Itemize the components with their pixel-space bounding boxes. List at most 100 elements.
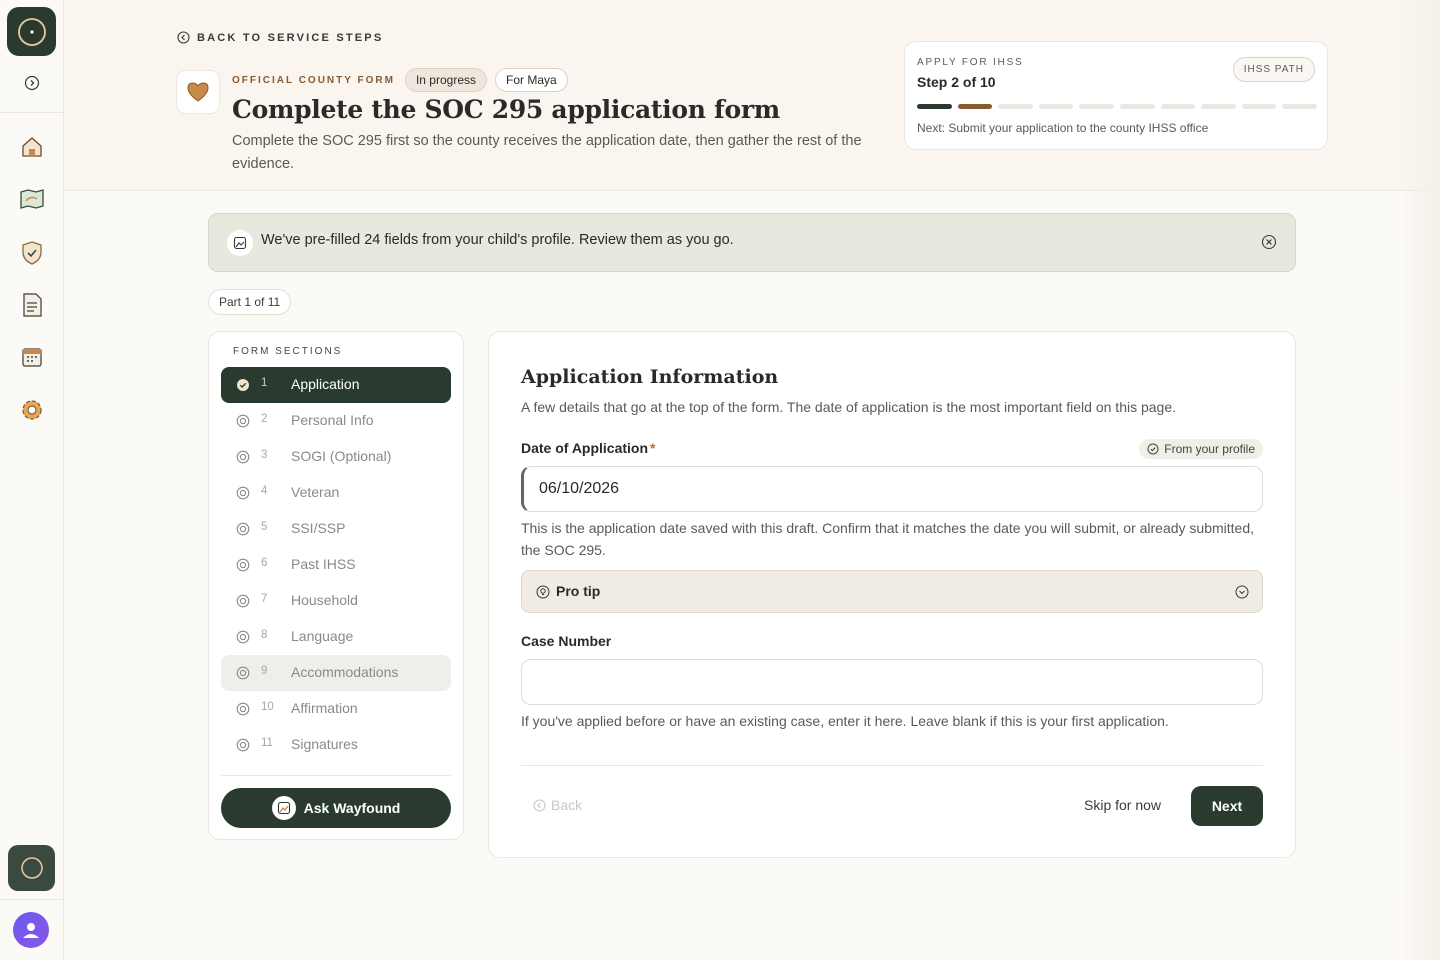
page-header: BACK TO SERVICE STEPS OFFICIAL COUNTY FO… [64, 0, 1440, 191]
case-number-input[interactable] [521, 659, 1263, 705]
next-step-text: Next: Submit your application to the cou… [917, 121, 1209, 135]
next-button[interactable]: Next [1191, 786, 1263, 826]
step-segment [998, 104, 1033, 109]
step-progress-bar [917, 104, 1317, 109]
section-label: Household [291, 592, 358, 608]
sidebar [0, 0, 64, 960]
date-of-application-input[interactable]: 06/10/2026 [521, 466, 1263, 512]
section-item-household[interactable]: 7 Household [221, 583, 451, 619]
check-circle-icon [237, 379, 249, 391]
section-label: Affirmation [291, 700, 358, 716]
circle-target-icon [236, 738, 250, 752]
user-avatar-icon[interactable] [13, 912, 49, 948]
home-icon[interactable] [18, 133, 46, 161]
step-segment [917, 104, 952, 109]
document-icon[interactable] [18, 291, 46, 319]
section-number: 11 [261, 737, 273, 749]
section-item-signatures[interactable]: 11 Signatures [221, 727, 451, 763]
circle-target-icon [236, 666, 250, 680]
shield-icon[interactable] [18, 239, 46, 267]
status-badge: In progress [404, 68, 487, 92]
section-number: 1 [261, 377, 268, 389]
section-number: 4 [261, 485, 268, 497]
section-item-accommodations[interactable]: 9 Accommodations [221, 655, 451, 691]
sidebar-bottom-divider [0, 899, 63, 900]
section-item-language[interactable]: 8 Language [221, 619, 451, 655]
circle-target-icon [236, 450, 250, 464]
check-circle-icon [1147, 443, 1159, 455]
right-edge-shadow [1400, 0, 1440, 960]
section-label: Language [291, 628, 354, 644]
section-label: Application [291, 376, 360, 392]
section-number: 2 [261, 413, 268, 425]
section-label: Past IHSS [291, 556, 356, 572]
back-link-label: BACK TO SERVICE STEPS [197, 31, 384, 44]
from-profile-badge: From your profile [1139, 439, 1263, 459]
pro-tip-accordion[interactable]: Pro tip [521, 570, 1263, 613]
step-segment [1119, 104, 1155, 109]
prefill-banner: We've pre-filled 24 fields from your chi… [208, 213, 1296, 272]
header-kicker-row: OFFICIAL COUNTY FORM In progress For May… [232, 68, 568, 92]
step-segment [1201, 104, 1236, 109]
circle-target-icon [236, 414, 250, 428]
circle-target-icon [236, 630, 250, 644]
form-section-title: Application Information [521, 366, 779, 388]
section-label: Personal Info [291, 412, 374, 428]
for-person-badge: For Maya [495, 68, 568, 92]
section-item-veteran[interactable]: 4 Veteran [221, 475, 451, 511]
banner-text: We've pre-filled 24 fields from your chi… [261, 232, 734, 248]
from-profile-label: From your profile [1164, 442, 1255, 456]
back-to-service-steps-link[interactable]: BACK TO SERVICE STEPS [177, 31, 383, 44]
section-item-ssi-ssp[interactable]: 5 SSI/SSP [221, 511, 451, 547]
compass-logo-icon[interactable] [7, 7, 56, 56]
circle-target-icon [236, 486, 250, 500]
section-label: SOGI (Optional) [291, 448, 392, 464]
section-item-sogi-optional[interactable]: 3 SOGI (Optional) [221, 439, 451, 475]
close-icon[interactable] [1261, 234, 1277, 250]
sections-title: FORM SECTIONS [233, 346, 343, 357]
section-item-affirmation[interactable]: 10 Affirmation [221, 691, 451, 727]
section-number: 5 [261, 521, 268, 533]
page-title: Complete the SOC 295 application form [232, 95, 780, 124]
date-helper-text: This is the application date saved with … [521, 520, 1255, 558]
required-marker: * [650, 440, 656, 456]
ask-wayfound-label: Ask Wayfound [303, 800, 401, 816]
form-footer-divider [521, 765, 1263, 766]
page-subtitle: Complete the SOC 295 first so the county… [232, 133, 862, 172]
section-number: 10 [261, 701, 274, 713]
step-segment [1241, 104, 1277, 109]
sidebar-divider [0, 112, 63, 113]
form-section-subtitle: A few details that go at the top of the … [521, 399, 1177, 415]
gear-icon[interactable] [18, 396, 46, 424]
assistant-compass-icon[interactable] [8, 845, 55, 891]
section-number: 9 [261, 665, 268, 677]
section-label: Signatures [291, 736, 358, 752]
profile-image-icon [227, 230, 253, 256]
lightbulb-icon [536, 585, 550, 599]
back-button[interactable]: Back [533, 797, 582, 813]
section-number: 7 [261, 593, 268, 605]
step-card-kicker: APPLY FOR IHSS [917, 57, 1024, 68]
back-arrow-icon [533, 798, 546, 812]
calendar-icon[interactable] [18, 343, 46, 371]
section-number: 8 [261, 629, 268, 641]
step-segment [1038, 104, 1074, 109]
form-card: Application Information A few details th… [488, 331, 1296, 858]
path-badge[interactable]: IHSS PATH [1232, 57, 1315, 82]
part-badge: Part 1 of 11 [208, 289, 292, 315]
section-item-personal-info[interactable]: 2 Personal Info [221, 403, 451, 439]
date-label-text: Date of Application [521, 440, 649, 456]
case-number-label: Case Number [521, 633, 612, 649]
form-sections-panel: FORM SECTIONS 1 Application 2 Personal Info… [208, 331, 464, 840]
circle-target-icon [236, 522, 250, 536]
collapse-arrow-icon[interactable] [24, 75, 40, 91]
skip-for-now-button[interactable]: Skip for now [1084, 797, 1161, 813]
section-item-application[interactable]: 1 Application [221, 367, 451, 403]
section-item-past-ihss[interactable]: 6 Past IHSS [221, 547, 451, 583]
map-icon[interactable] [18, 185, 46, 213]
wayfound-icon [271, 796, 296, 820]
ask-wayfound-button[interactable]: Ask Wayfound [221, 788, 451, 828]
form-kicker: OFFICIAL COUNTY FORM [232, 74, 395, 86]
case-helper-text: If you've applied before or have an exis… [521, 713, 1169, 729]
step-segment [1160, 104, 1196, 109]
